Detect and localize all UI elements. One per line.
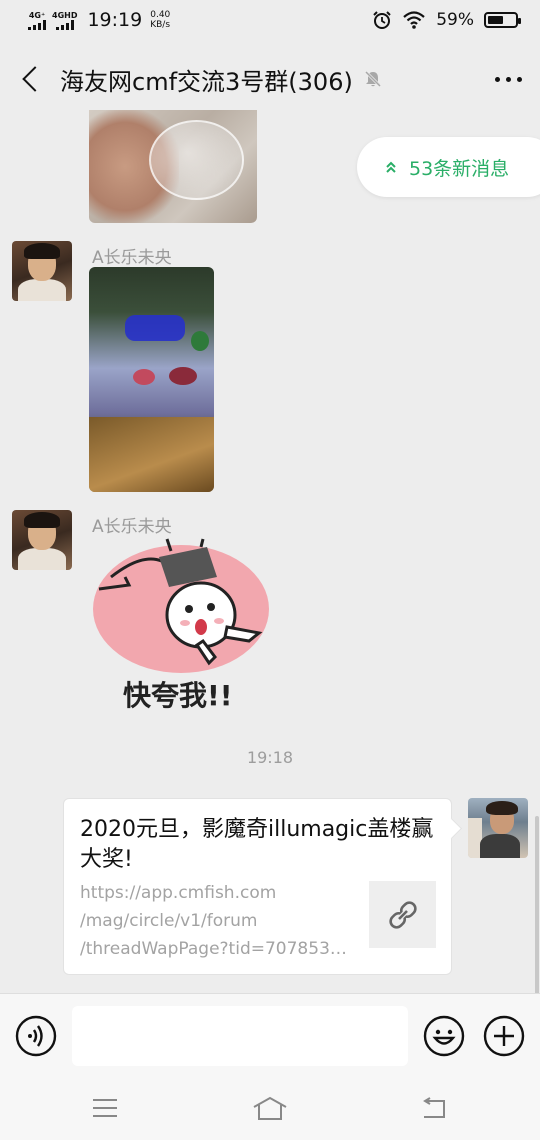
system-nav-bar: [0, 1077, 540, 1140]
input-bar: [0, 993, 540, 1077]
chat-title[interactable]: 海友网cmf交流3号群(306): [60, 62, 353, 97]
avatar-hair: [24, 512, 60, 528]
network-speed-value: 0.40: [150, 10, 171, 20]
chat-image-aquarium[interactable]: [89, 267, 214, 492]
battery-icon: [484, 12, 521, 28]
alarm-icon: [373, 11, 391, 29]
network-speed-unit: KB/s: [150, 20, 171, 30]
double-chevron-up-icon: [385, 160, 397, 174]
photo-plant: [191, 331, 209, 351]
message-input[interactable]: [72, 1006, 408, 1066]
link-icon: [388, 900, 417, 929]
emoji-icon[interactable]: [423, 1015, 465, 1057]
my-avatar[interactable]: [468, 798, 528, 858]
signal-bars-icon: [55, 19, 74, 30]
status-right: 59%: [372, 10, 521, 30]
avatar-hair: [24, 243, 60, 259]
sender-avatar[interactable]: [12, 241, 72, 301]
sticker-cat-image[interactable]: 快夸我!!: [89, 537, 274, 722]
more-dots-icon[interactable]: [495, 76, 522, 82]
photo-blue-object: [125, 315, 185, 341]
back-nav-icon[interactable]: [420, 1097, 448, 1121]
chat-header: 海友网cmf交流3号群(306): [0, 40, 540, 118]
link-card-thumbnail: [369, 881, 436, 948]
link-card-url-line: /mag/circle/v1/forum: [80, 911, 258, 931]
photo-wood-edge: [89, 417, 214, 492]
sim2-label: 4GHD: [52, 10, 78, 20]
link-card-title: 2020元旦，影魔奇illumagic盖楼赢大奖!: [80, 817, 434, 872]
sender-avatar[interactable]: [12, 510, 72, 570]
link-card-message[interactable]: 2020元旦，影魔奇illumagic盖楼赢大奖! https://app.cm…: [63, 798, 452, 975]
chat-scrollbar[interactable]: [535, 816, 539, 996]
sender-name: A长乐未央: [92, 517, 172, 537]
sim1-label: 4G⁺: [28, 10, 46, 20]
link-card-url: https://app.cmfish.com /mag/circle/v1/fo…: [80, 879, 355, 963]
photo-fish: [169, 367, 197, 385]
photo-glass: [149, 120, 244, 200]
voice-icon[interactable]: [15, 1015, 57, 1057]
avatar-hair: [486, 801, 518, 815]
status-time: 19:19: [87, 9, 143, 31]
photo-coral: [133, 369, 155, 385]
avatar-body: [18, 279, 66, 301]
signal-sim2: 4GHD: [52, 11, 77, 30]
chat-screen: 4G⁺ 4GHD 19:19 0.40 KB/s 59% 海友网cmf交流3号群…: [0, 0, 540, 1140]
plus-circle-icon[interactable]: [483, 1015, 525, 1057]
menu-icon[interactable]: [91, 1097, 119, 1119]
battery-percent: 59%: [436, 10, 474, 30]
chat-timestamp: 19:18: [246, 748, 294, 767]
bell-muted-icon: [364, 70, 381, 88]
avatar-body: [18, 548, 66, 570]
chat-image-photo[interactable]: [89, 110, 257, 223]
wifi-icon: [403, 11, 425, 29]
avatar-body: [480, 834, 520, 858]
back-arrow-icon[interactable]: [18, 66, 44, 92]
link-card-url-line: /threadWapPage?tid=707853…: [80, 939, 347, 959]
link-card-url-line: https://app.cmfish.com: [80, 883, 277, 903]
new-messages-pill[interactable]: 53条新消息: [357, 137, 540, 197]
new-messages-label: 53条新消息: [409, 157, 510, 180]
signal-bars-icon: [28, 19, 46, 30]
battery-fill: [488, 16, 504, 24]
home-icon[interactable]: [252, 1095, 288, 1121]
signal-sim1: 4G⁺: [28, 11, 46, 30]
sender-name: A长乐未央: [92, 248, 172, 268]
network-speed: 0.40 KB/s: [150, 10, 170, 30]
status-bar: 4G⁺ 4GHD 19:19 0.40 KB/s 59%: [0, 0, 540, 40]
sticker-text: 快夸我!!: [123, 679, 233, 712]
